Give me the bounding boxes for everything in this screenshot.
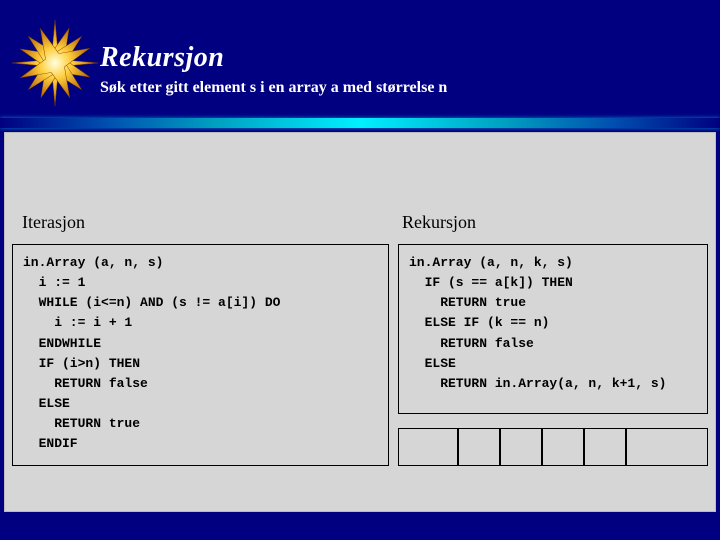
array-cell <box>398 428 458 466</box>
star-icon <box>10 18 100 108</box>
array-cell <box>458 428 500 466</box>
slide: Rekursjon Søk etter gitt element s i en … <box>0 0 720 540</box>
label-recursion: Rekursjon <box>402 212 476 233</box>
array-cell <box>500 428 542 466</box>
code-block-iteration: in.Array (a, n, s) i := 1 WHILE (i<=n) A… <box>12 244 389 466</box>
array-cell <box>584 428 626 466</box>
array-cells <box>398 428 708 466</box>
array-cell <box>626 428 708 466</box>
divider-line <box>0 118 720 128</box>
code-block-recursion: in.Array (a, n, k, s) IF (s == a[k]) THE… <box>398 244 708 414</box>
label-iteration: Iterasjon <box>22 212 85 233</box>
page-subtitle: Søk etter gitt element s i en array a me… <box>100 78 447 99</box>
array-cell <box>542 428 584 466</box>
page-title: Rekursjon <box>100 42 224 74</box>
content-panel: Iterasjon Rekursjon in.Array (a, n, s) i… <box>4 132 716 512</box>
